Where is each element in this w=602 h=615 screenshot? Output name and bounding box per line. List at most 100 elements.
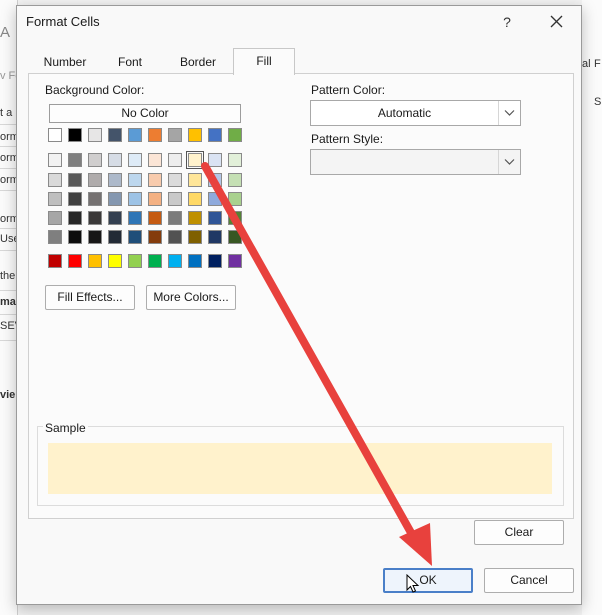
color-swatch[interactable]: [228, 211, 242, 225]
color-swatch[interactable]: [128, 254, 142, 268]
color-swatch[interactable]: [88, 254, 102, 268]
clear-button[interactable]: Clear: [474, 520, 564, 545]
color-swatch[interactable]: [208, 211, 222, 225]
color-swatch[interactable]: [188, 192, 202, 206]
color-swatch[interactable]: [148, 230, 162, 244]
color-swatch[interactable]: [88, 153, 102, 167]
color-swatch[interactable]: [186, 151, 204, 169]
color-swatch[interactable]: [128, 173, 142, 187]
color-swatch[interactable]: [168, 211, 182, 225]
tab-number[interactable]: Number: [35, 52, 95, 74]
color-swatch[interactable]: [88, 192, 102, 206]
color-swatch[interactable]: [208, 192, 222, 206]
tab-fill[interactable]: Fill: [233, 48, 295, 75]
color-swatch[interactable]: [148, 254, 162, 268]
color-swatch[interactable]: [68, 254, 82, 268]
ok-button[interactable]: OK: [383, 568, 473, 593]
bg-fragment: al: [582, 58, 591, 70]
color-swatch[interactable]: [88, 173, 102, 187]
cancel-button[interactable]: Cancel: [484, 568, 574, 593]
chevron-down-icon: [498, 150, 520, 174]
color-swatch[interactable]: [128, 192, 142, 206]
tab-font[interactable]: Font: [105, 52, 155, 74]
color-swatch[interactable]: [88, 230, 102, 244]
no-color-button[interactable]: No Color: [49, 104, 241, 123]
color-swatch[interactable]: [68, 173, 82, 187]
color-swatch[interactable]: [88, 211, 102, 225]
color-swatch[interactable]: [228, 230, 242, 244]
color-swatch[interactable]: [228, 254, 242, 268]
color-swatch[interactable]: [48, 153, 62, 167]
color-swatch[interactable]: [168, 128, 182, 142]
color-swatch[interactable]: [48, 173, 62, 187]
color-swatch[interactable]: [228, 173, 242, 187]
color-swatch[interactable]: [68, 192, 82, 206]
color-swatch[interactable]: [208, 230, 222, 244]
color-swatch[interactable]: [208, 254, 222, 268]
tab-border[interactable]: Border: [167, 52, 229, 74]
color-swatch[interactable]: [128, 211, 142, 225]
color-swatch[interactable]: [128, 230, 142, 244]
pattern-color-dropdown[interactable]: Automatic: [310, 100, 521, 126]
dialog-titlebar: Format Cells ?: [17, 6, 581, 38]
color-swatch[interactable]: [108, 254, 122, 268]
color-swatch[interactable]: [168, 192, 182, 206]
chevron-down-icon: [498, 101, 520, 125]
color-swatch[interactable]: [148, 192, 162, 206]
color-swatch[interactable]: [208, 128, 222, 142]
color-swatch[interactable]: [168, 230, 182, 244]
more-colors-button[interactable]: More Colors...: [146, 285, 236, 310]
color-swatch[interactable]: [208, 173, 222, 187]
format-cells-dialog: Format Cells ? Number Font Border Fill B…: [16, 5, 582, 605]
color-swatch[interactable]: [228, 192, 242, 206]
color-swatch[interactable]: [148, 128, 162, 142]
color-swatch[interactable]: [68, 211, 82, 225]
close-icon: [550, 15, 563, 28]
color-swatch[interactable]: [108, 128, 122, 142]
help-button[interactable]: ?: [495, 11, 519, 33]
mouse-cursor-icon: [406, 574, 420, 593]
bg-fragment: S: [594, 96, 602, 108]
color-swatch[interactable]: [188, 211, 202, 225]
background-color-text: Background Color:: [45, 83, 145, 97]
color-swatch[interactable]: [108, 230, 122, 244]
color-swatch[interactable]: [208, 153, 222, 167]
color-swatch[interactable]: [168, 153, 182, 167]
color-swatch[interactable]: [148, 153, 162, 167]
pattern-style-value: [311, 150, 498, 174]
color-swatch[interactable]: [68, 153, 82, 167]
color-swatch[interactable]: [48, 211, 62, 225]
close-button[interactable]: [543, 10, 569, 34]
color-swatch[interactable]: [48, 192, 62, 206]
pattern-color-value: Automatic: [377, 106, 432, 120]
color-swatch[interactable]: [228, 153, 242, 167]
color-swatch[interactable]: [108, 153, 122, 167]
color-swatch[interactable]: [128, 128, 142, 142]
color-swatch[interactable]: [148, 211, 162, 225]
fill-effects-button[interactable]: Fill Effects...: [45, 285, 135, 310]
color-swatch[interactable]: [148, 173, 162, 187]
color-swatch[interactable]: [128, 153, 142, 167]
color-swatch[interactable]: [108, 173, 122, 187]
color-swatch[interactable]: [168, 254, 182, 268]
background-color-label: Background Color:: [45, 83, 144, 97]
color-swatch[interactable]: [188, 254, 202, 268]
sample-preview: [48, 443, 552, 494]
color-swatch[interactable]: [188, 230, 202, 244]
color-swatch[interactable]: [48, 230, 62, 244]
color-swatch[interactable]: [188, 173, 202, 187]
color-swatch[interactable]: [48, 254, 62, 268]
color-swatch[interactable]: [108, 211, 122, 225]
color-swatch[interactable]: [68, 230, 82, 244]
pattern-style-label: Pattern Style:: [311, 132, 384, 146]
color-swatch[interactable]: [188, 128, 202, 142]
pattern-style-dropdown[interactable]: [310, 149, 521, 175]
color-swatch[interactable]: [108, 192, 122, 206]
color-swatch[interactable]: [48, 128, 62, 142]
color-swatch[interactable]: [88, 128, 102, 142]
color-swatch[interactable]: [168, 173, 182, 187]
color-swatch[interactable]: [68, 128, 82, 142]
dialog-title: Format Cells: [26, 14, 100, 29]
color-swatch[interactable]: [228, 128, 242, 142]
sheet-right-strip: al F S: [582, 0, 602, 615]
